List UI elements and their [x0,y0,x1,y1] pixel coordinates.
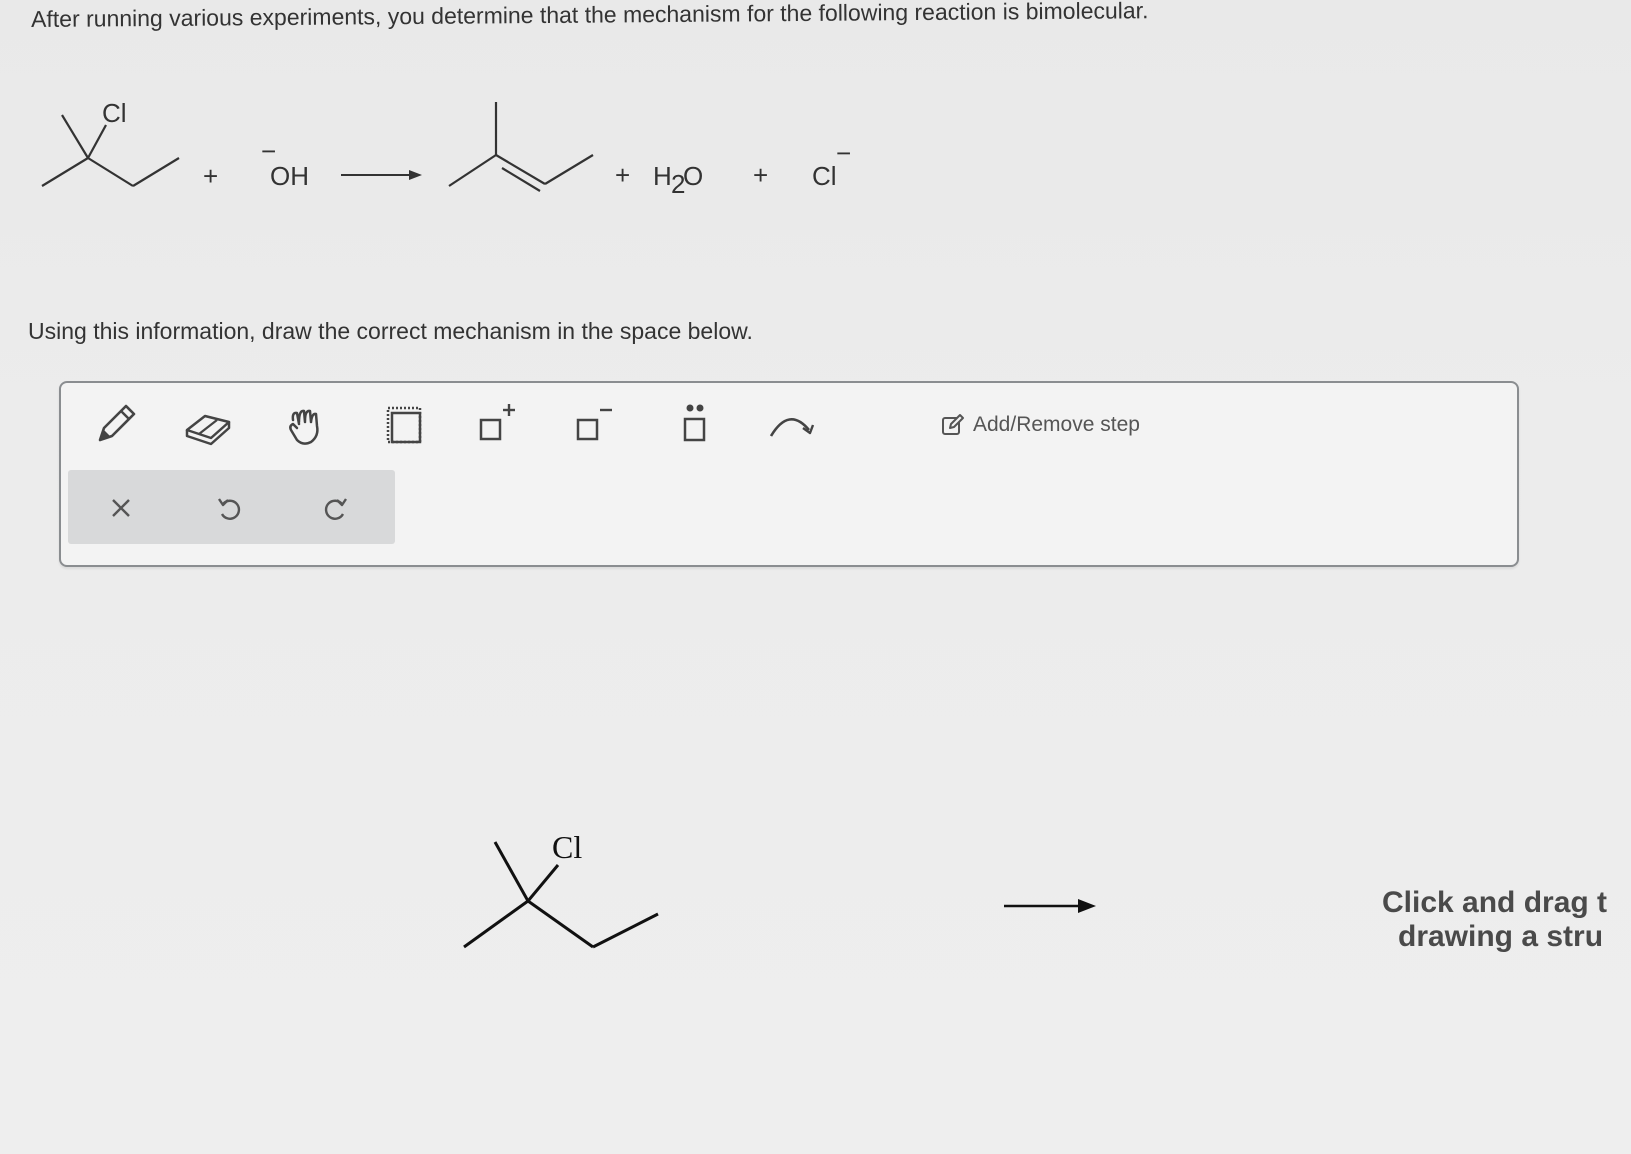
clear-button[interactable] [93,480,149,536]
question-text: After running various experiments, you d… [31,0,1149,32]
undo-button[interactable] [201,480,257,536]
add-remove-step-label: Add/Remove step [973,413,1140,436]
positive-charge-tool[interactable] [466,397,530,453]
eraser-icon [185,414,231,446]
hand-icon [289,409,319,445]
plus-sign: + [615,160,630,190]
close-icon [112,499,130,517]
curved-arrow-tool[interactable] [761,397,825,453]
add-remove-step-button[interactable]: Add/Remove step [941,413,1140,437]
water-h: H [653,161,672,191]
action-bar [68,470,395,544]
redo-button[interactable] [308,480,364,536]
alkene-structure [448,102,594,192]
chloride-charge: − [836,138,851,168]
negative-charge-icon [576,408,612,441]
plus-sign: + [753,160,768,190]
drawing-toolbar: Add/Remove step [59,381,1519,567]
reaction-arrow [341,170,422,180]
drawing-canvas[interactable] [0,570,1631,1154]
lone-pair-tool[interactable] [663,397,727,453]
hint-line-1: Click and drag t [1382,886,1608,919]
chloride-label: Cl [812,161,837,191]
hint-line-2: drawing a stru [1398,920,1604,953]
eraser-tool[interactable] [176,397,240,453]
plus-sign: + [203,161,218,191]
pencil-icon [98,404,136,442]
pencil-tool[interactable] [83,397,147,453]
reactant-cl-label: Cl [102,98,127,128]
canvas-molecule[interactable]: Cl [440,820,680,970]
lone-pair-icon [683,404,706,442]
negative-charge-tool[interactable] [563,397,627,453]
undo-icon [218,498,241,520]
canvas-reaction-arrow [1004,899,1096,913]
hydroxide-label: OH [270,161,309,191]
hand-tool[interactable] [274,397,338,453]
curved-arrow-icon [769,418,815,437]
positive-charge-icon [479,404,515,441]
water-o: O [683,161,703,191]
select-tool[interactable] [371,397,435,453]
redo-icon [324,498,347,520]
instruction-text: Using this information, draw the correct… [28,318,753,344]
select-box-icon [386,406,422,444]
canvas-hint: Click and drag t drawing a stru [1382,886,1607,954]
canvas-cl-label: Cl [552,829,582,865]
reaction-scheme: Cl + − OH + H 2 O + Cl − [41,98,851,199]
edit-icon [942,414,964,435]
